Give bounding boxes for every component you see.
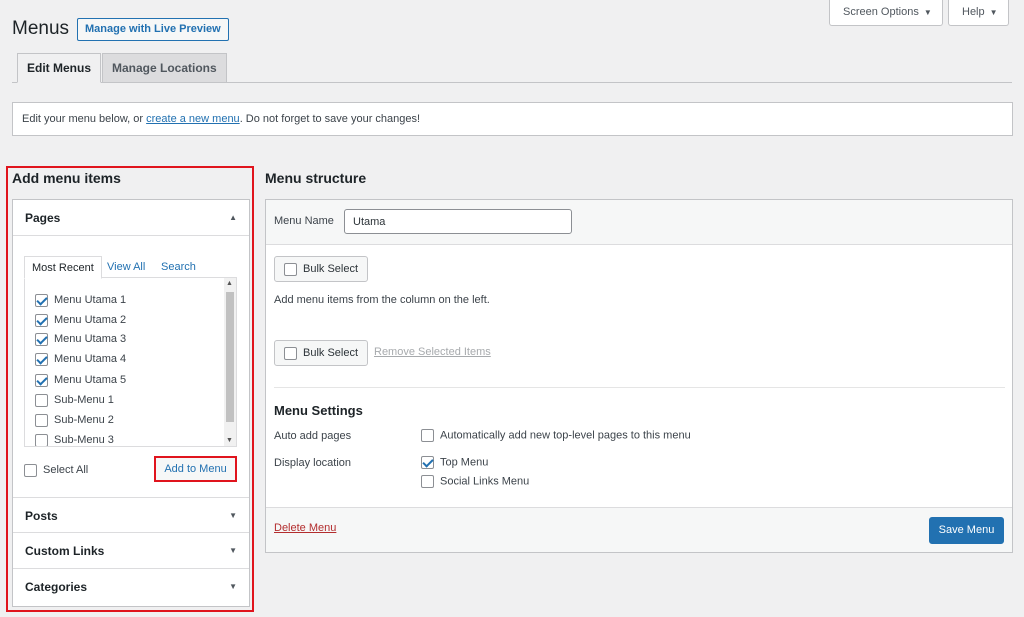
- social-links-label: Social Links Menu: [440, 475, 530, 488]
- subtab-most-recent[interactable]: Most Recent: [24, 256, 102, 279]
- help-button[interactable]: Help ▼: [948, 0, 1009, 26]
- delete-menu-link[interactable]: Delete Menu: [274, 522, 336, 534]
- display-location-label: Display location: [274, 457, 352, 469]
- auto-add-pages-label: Auto add pages: [274, 430, 352, 442]
- help-label: Help: [962, 6, 985, 18]
- auto-add-checkbox[interactable]: [421, 429, 434, 442]
- menu-name-label: Menu Name: [274, 215, 334, 227]
- manage-live-preview-button[interactable]: Manage with Live Preview: [77, 18, 229, 41]
- menu-structure-panel: [265, 199, 1013, 553]
- caret-down-icon: ▼: [989, 8, 998, 17]
- screen-options-button[interactable]: Screen Options ▼: [829, 0, 943, 26]
- bulk-select-label: Bulk Select: [303, 263, 359, 275]
- menu-name-input[interactable]: [344, 209, 572, 234]
- create-new-menu-link[interactable]: create a new menu: [146, 113, 240, 125]
- menu-footer-row: [266, 507, 1012, 552]
- highlight-outline: [6, 166, 254, 612]
- notice-text-after: . Do not forget to save your changes!: [239, 113, 421, 125]
- caret-down-icon: ▼: [923, 8, 932, 17]
- top-menu-checkbox[interactable]: [421, 456, 434, 469]
- location-top-menu[interactable]: Top Menu: [421, 456, 488, 469]
- page-title: Menus: [12, 18, 70, 39]
- bulk-select-button[interactable]: Bulk Select: [274, 256, 369, 282]
- tab-manage-locations[interactable]: Manage Locations: [102, 53, 227, 83]
- location-social-links-menu[interactable]: Social Links Menu: [421, 475, 529, 488]
- notice-text-before: Edit your menu below, or: [22, 113, 147, 125]
- social-links-checkbox[interactable]: [421, 475, 434, 488]
- checkbox: [284, 346, 297, 360]
- checkbox: [284, 262, 297, 276]
- top-menu-label: Top Menu: [440, 456, 489, 469]
- menu-structure-heading: Menu structure: [265, 170, 367, 186]
- bulk-select-button-bottom[interactable]: Bulk Select: [274, 340, 369, 366]
- tab-edit-menus[interactable]: Edit Menus: [17, 53, 102, 83]
- settings-divider: [274, 387, 1005, 388]
- menu-hint-text: Add menu items from the column on the le…: [274, 294, 490, 306]
- save-menu-button[interactable]: Save Menu: [929, 517, 1004, 544]
- notice-bar: Edit your menu below, or create a new me…: [12, 102, 1013, 136]
- bulk-select-label: Bulk Select: [303, 347, 359, 359]
- auto-add-option-label: Automatically add new top-level pages to…: [440, 429, 691, 442]
- remove-selected-items-link[interactable]: Remove Selected Items: [374, 346, 491, 358]
- menu-settings-heading: Menu Settings: [274, 403, 363, 418]
- auto-add-option[interactable]: Automatically add new top-level pages to…: [421, 429, 691, 442]
- screen-options-label: Screen Options: [843, 6, 919, 18]
